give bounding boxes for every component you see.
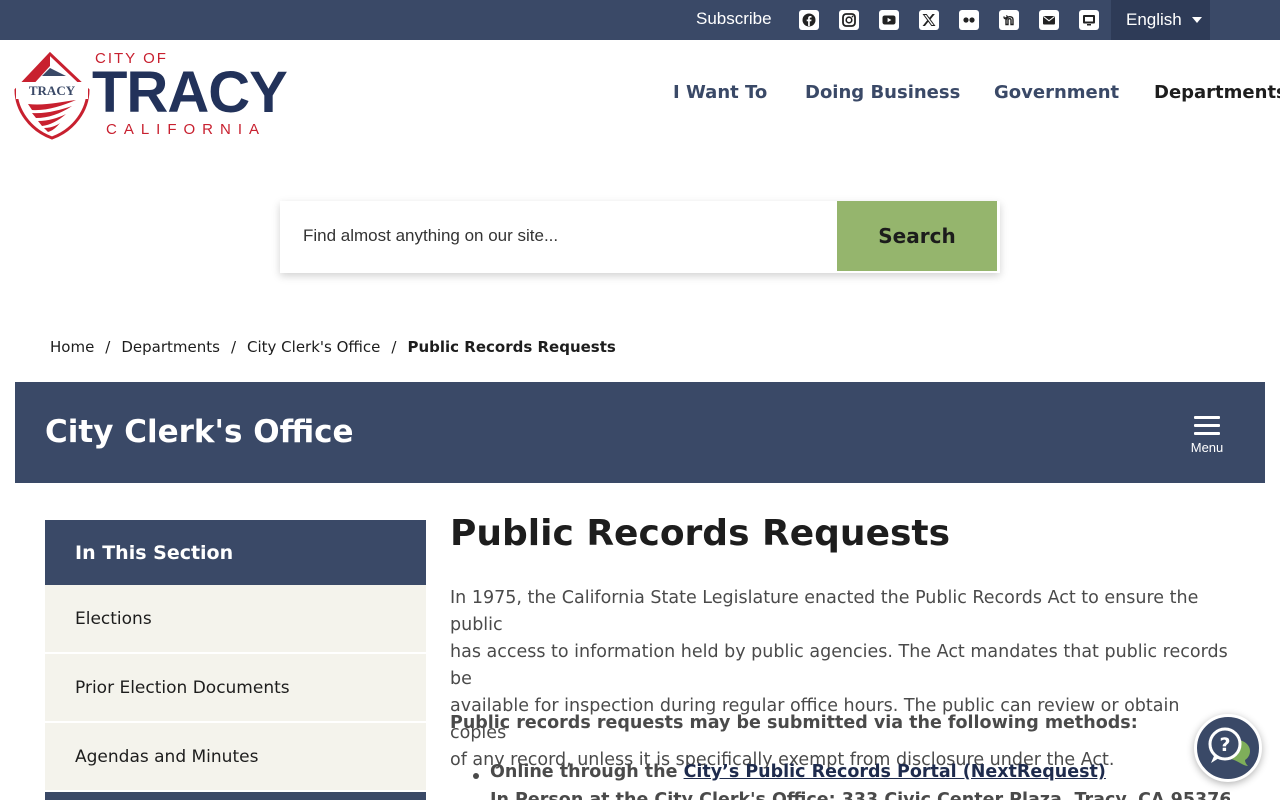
email-icon[interactable] bbox=[1039, 10, 1059, 30]
breadcrumb-separator: / bbox=[391, 338, 397, 356]
chevron-down-icon bbox=[1191, 17, 1202, 23]
breadcrumb-separator: / bbox=[105, 338, 111, 356]
chat-question-icon: ? bbox=[1208, 727, 1250, 766]
flickr-icon[interactable] bbox=[959, 10, 979, 30]
youtube-icon[interactable] bbox=[879, 10, 899, 30]
utility-bar: Subscribe English bbox=[0, 0, 1280, 40]
breadcrumb-city-clerk[interactable]: City Clerk's Office bbox=[247, 338, 380, 356]
section-sidebar: In This Section Elections Prior Election… bbox=[45, 520, 426, 800]
instagram-icon[interactable] bbox=[839, 10, 859, 30]
list-item: In Person at the City Clerk's Office: 33… bbox=[470, 790, 1230, 800]
nav-doing-business[interactable]: Doing Business bbox=[805, 82, 960, 103]
list-item: Online through the City’s Public Records… bbox=[470, 762, 1230, 790]
breadcrumb: Home / Departments / City Clerk's Office / Pub… bbox=[50, 338, 616, 356]
intro-line: has access to information held by public… bbox=[450, 642, 1228, 689]
search-input[interactable] bbox=[280, 201, 836, 271]
methods-heading: Public records requests may be submitted… bbox=[450, 713, 1138, 733]
section-banner: City Clerk's Office Menu bbox=[15, 382, 1265, 483]
page-title: Public Records Requests bbox=[450, 513, 951, 554]
breadcrumb-separator: / bbox=[230, 338, 237, 356]
section-title: City Clerk's Office bbox=[45, 414, 354, 450]
section-menu-button[interactable]: Menu bbox=[1180, 416, 1234, 460]
language-label: English bbox=[1126, 10, 1182, 29]
sidebar-heading: In This Section bbox=[45, 520, 426, 585]
hamburger-icon bbox=[1194, 416, 1220, 435]
city-logo[interactable]: TRACY CITY OF TRACY CALIFORNIA bbox=[14, 48, 314, 140]
breadcrumb-home[interactable]: Home bbox=[50, 338, 94, 356]
menu-label: Menu bbox=[1190, 440, 1224, 455]
nav-departments[interactable]: Departments bbox=[1154, 82, 1280, 103]
intro-line: In 1975, the California State Legislatur… bbox=[450, 588, 1199, 635]
sidebar-item-elections[interactable]: Elections bbox=[45, 585, 426, 654]
sidebar-item-agendas-and-minutes[interactable]: Agendas and Minutes bbox=[45, 723, 426, 792]
sidebar-item-prior-election-documents[interactable]: Prior Election Documents bbox=[45, 654, 426, 723]
search-bar: Search bbox=[280, 201, 1000, 273]
methods-list: Online through the City’s Public Records… bbox=[470, 762, 1230, 800]
tv-icon[interactable] bbox=[1079, 10, 1099, 30]
breadcrumb-departments[interactable]: Departments bbox=[121, 338, 220, 356]
subscribe-link[interactable]: Subscribe bbox=[696, 9, 772, 29]
records-portal-link[interactable]: City’s Public Records Portal (NextReques… bbox=[684, 762, 1106, 782]
svg-text:?: ? bbox=[1219, 734, 1230, 756]
intro-paragraph: In 1975, the California State Legislatur… bbox=[450, 585, 1240, 774]
chat-help-button[interactable]: ? bbox=[1194, 714, 1262, 782]
search-button[interactable]: Search bbox=[837, 201, 997, 271]
logo-line3: CALIFORNIA bbox=[106, 121, 266, 138]
nav-government[interactable]: Government bbox=[994, 82, 1119, 103]
nav-i-want-to[interactable]: I Want To bbox=[673, 82, 767, 103]
facebook-icon[interactable] bbox=[799, 10, 819, 30]
logo-emblem-text: TRACY bbox=[29, 83, 76, 98]
method-in-person: In Person at the City Clerk's Office: 33… bbox=[490, 790, 1230, 800]
method-online-prefix: Online through the bbox=[490, 762, 684, 782]
x-icon[interactable] bbox=[919, 10, 939, 30]
logo-line2: TRACY bbox=[92, 60, 287, 125]
language-selector[interactable]: English bbox=[1111, 0, 1210, 40]
breadcrumb-current: Public Records Requests bbox=[407, 338, 616, 356]
sidebar-item-active[interactable] bbox=[45, 792, 426, 800]
nextdoor-icon[interactable] bbox=[999, 10, 1019, 30]
